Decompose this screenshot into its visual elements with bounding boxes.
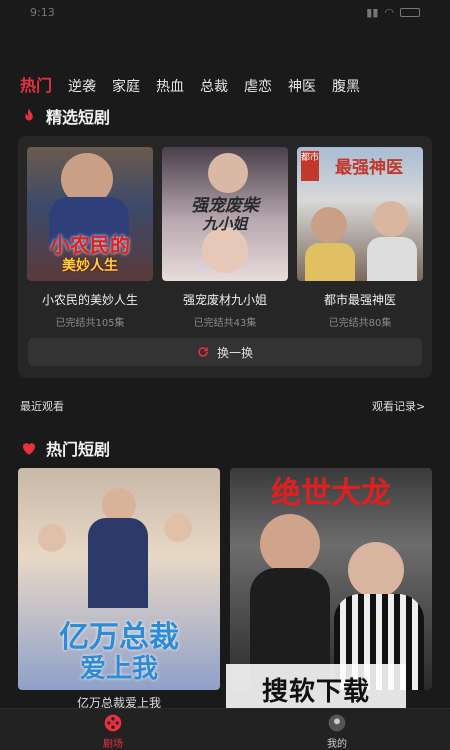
poster-caption: 绝世大龙	[271, 476, 391, 511]
hot-title: 热门短剧	[46, 440, 111, 459]
signal-icon: ▮▮	[366, 5, 379, 19]
category-tabs: 热门 逆袭 家庭 热血 总裁 虐恋 神医 腹黑	[20, 72, 360, 96]
drama-card[interactable]: 强宠废柴 九小姐 强宠废材九小姐 已完结共43集	[162, 147, 288, 329]
nav-profile-label: 我的	[327, 739, 347, 750]
poster-figure	[38, 524, 66, 552]
tab-action[interactable]: 热血	[156, 76, 184, 96]
featured-section-title: 精选短剧	[20, 104, 110, 128]
status-icons: ▮▮ ◠	[366, 6, 420, 19]
drama-poster[interactable]: 小农民的 美妙人生	[27, 147, 153, 281]
refresh-label: 换一换	[216, 345, 253, 360]
tab-family[interactable]: 家庭	[112, 76, 140, 96]
user-icon	[328, 714, 346, 732]
poster-figure	[102, 488, 136, 522]
refresh-icon	[198, 347, 208, 357]
drama-card[interactable]: 都市 最强神医 都市最强神医 已完结共80集	[297, 147, 423, 329]
drama-title[interactable]: 强宠废材九小姐	[162, 291, 288, 308]
hot-section-title: 热门短剧	[20, 436, 110, 460]
poster-figure	[373, 201, 409, 237]
recent-label: 最近观看	[20, 400, 64, 413]
watermark: 搜软下载	[226, 664, 406, 714]
drama-card[interactable]: 小农民的 美妙人生 小农民的美妙人生 已完结共105集	[27, 147, 153, 329]
poster-caption: 美妙人生	[62, 258, 118, 274]
drama-episode-status: 已完结共105集	[55, 318, 125, 329]
drama-poster[interactable]: 强宠废柴 九小姐	[162, 147, 288, 281]
status-time: 9:13	[30, 5, 55, 19]
wifi-icon: ◠	[384, 5, 394, 19]
status-bar: 9:13 ▮▮ ◠	[0, 0, 450, 24]
poster-figure	[348, 542, 404, 598]
bottom-nav: 剧场 我的	[0, 708, 450, 750]
tab-scheming[interactable]: 腹黑	[332, 76, 360, 96]
hot-drama-poster[interactable]: 亿万总裁 爱上我	[18, 468, 220, 690]
tab-doctor[interactable]: 神医	[288, 76, 316, 96]
refresh-button[interactable]: 换一换	[28, 338, 422, 366]
nav-profile[interactable]: 我的	[307, 713, 367, 750]
tab-hot[interactable]: 热门	[20, 72, 52, 96]
drama-title[interactable]: 都市最强神医	[297, 291, 423, 308]
poster-figure	[260, 514, 320, 574]
nav-theater[interactable]: 剧场	[83, 713, 143, 750]
nav-theater-label: 剧场	[103, 739, 123, 750]
heart-icon	[23, 443, 35, 455]
featured-title: 精选短剧	[46, 108, 111, 127]
tab-ceo[interactable]: 总裁	[200, 76, 228, 96]
tab-romance[interactable]: 虐恋	[244, 76, 272, 96]
drama-poster[interactable]: 都市 最强神医	[297, 147, 423, 281]
tab-counterattack[interactable]: 逆袭	[68, 76, 96, 96]
fire-icon	[25, 108, 33, 121]
poster-caption: 最强神医	[335, 158, 403, 178]
watch-history-link[interactable]: 观看记录>	[372, 398, 425, 414]
battery-icon	[400, 7, 420, 17]
poster-caption: 爱上我	[79, 654, 158, 684]
drama-episode-status: 已完结共80集	[328, 318, 392, 329]
poster-caption: 小农民的	[50, 233, 130, 257]
poster-figure	[164, 514, 192, 542]
poster-figure	[88, 518, 148, 608]
poster-caption: 九小姐	[202, 215, 248, 233]
drama-episode-status: 已完结共43集	[193, 318, 257, 329]
drama-title[interactable]: 小农民的美妙人生	[27, 291, 153, 308]
poster-figure	[367, 237, 417, 281]
featured-card: 小农民的 美妙人生 小农民的美妙人生 已完结共105集 强宠废柴 九小姐 强宠废…	[18, 136, 432, 378]
poster-figure	[208, 153, 248, 193]
poster-figure	[305, 243, 355, 281]
poster-figure	[311, 207, 347, 243]
hot-drama-poster[interactable]: 绝世大龙	[230, 468, 432, 690]
film-reel-icon	[104, 714, 122, 732]
